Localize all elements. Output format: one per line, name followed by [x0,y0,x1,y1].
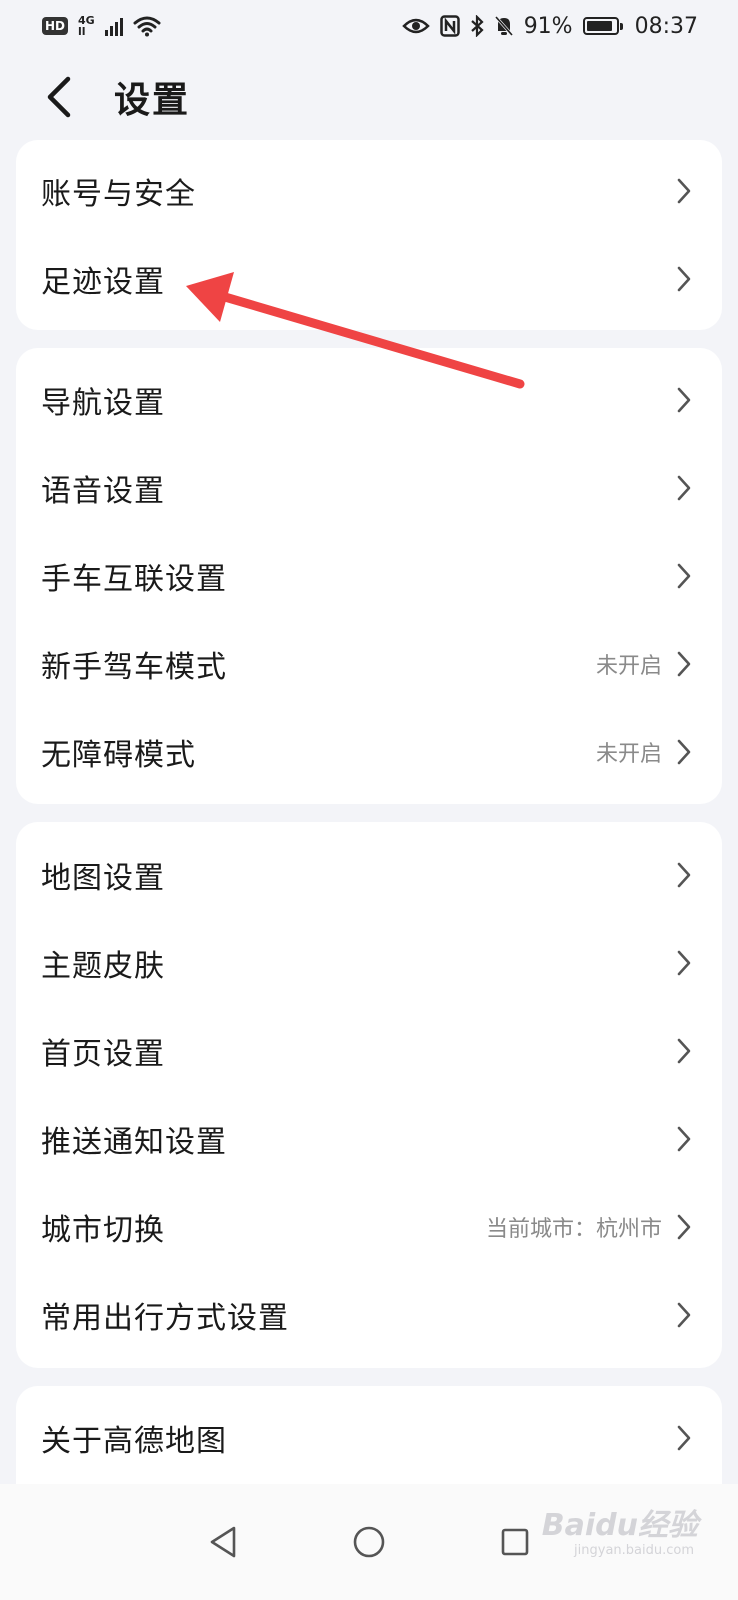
settings-group-map: 地图设置 主题皮肤 首页设置 推送通知设置 城市切换 当前城市：杭州市 常用出行… [16,822,722,1368]
row-label: 新手驾车模式 [41,650,227,685]
bluetooth-icon [470,15,484,37]
status-right: 91% 08:37 [401,13,698,39]
row-label: 导航设置 [41,386,165,421]
row-label: 手车互联设置 [41,562,227,597]
recents-square-icon [501,1528,529,1556]
row-label: 地图设置 [41,861,165,896]
chevron-right-icon [677,387,691,413]
status-bar: HD 4G ll 91% 08:37 [0,0,738,52]
settings-row-navigation[interactable]: 导航设置 [16,356,722,444]
row-label: 城市切换 [41,1213,165,1248]
chevron-right-icon [677,739,691,765]
eye-icon [401,18,430,34]
chevron-right-icon [677,475,691,501]
settings-row-travel-mode[interactable]: 常用出行方式设置 [16,1271,722,1359]
clock: 08:37 [634,13,698,39]
nav-recents-button[interactable] [490,1517,540,1567]
chevron-right-icon [677,178,691,204]
row-label: 无障碍模式 [41,738,196,773]
settings-row-homepage[interactable]: 首页设置 [16,1007,722,1095]
signal-icon [104,16,123,36]
row-label: 主题皮肤 [41,949,165,984]
chevron-left-icon [47,76,71,118]
network-type-sub: ll [78,25,86,38]
status-left: HD 4G ll [42,15,161,37]
settings-row-map[interactable]: 地图设置 [16,831,722,919]
chevron-right-icon [677,1302,691,1328]
settings-row-theme[interactable]: 主题皮肤 [16,919,722,1007]
header: 设置 [0,62,738,132]
settings-row-accessibility[interactable]: 无障碍模式 未开启 [16,708,722,796]
settings-group-account: 账号与安全 足迹设置 [16,140,722,330]
row-value: 未开启 [595,654,662,679]
chevron-right-icon [677,1038,691,1064]
network-type: 4G ll [78,15,95,37]
row-value: 未开启 [595,742,662,767]
chevron-right-icon [677,563,691,589]
settings-row-voice[interactable]: 语音设置 [16,444,722,532]
settings-row-footprint[interactable]: 足迹设置 [16,235,722,323]
settings-row-account-security[interactable]: 账号与安全 [16,147,722,235]
mute-bell-icon [494,16,513,36]
row-label: 账号与安全 [41,177,196,212]
settings-row-novice-driving[interactable]: 新手驾车模式 未开启 [16,620,722,708]
hd-badge: HD [42,17,69,35]
battery-icon [582,17,623,35]
row-label: 常用出行方式设置 [41,1301,289,1336]
chevron-right-icon [677,862,691,888]
chevron-right-icon [677,651,691,677]
row-value: 当前城市：杭州市 [485,1217,662,1242]
row-label: 语音设置 [41,474,165,509]
page-title: 设置 [114,80,191,121]
back-button[interactable] [46,67,86,127]
settings-group-navigation: 导航设置 语音设置 手车互联设置 新手驾车模式 未开启 无障碍模式 未开启 [16,348,722,804]
nav-back-button[interactable] [198,1517,248,1567]
watermark-sub: jingyan.baidu.com [574,1543,694,1558]
row-label: 关于高德地图 [41,1424,227,1459]
row-label: 推送通知设置 [41,1125,227,1160]
watermark: Baidu经验 [541,1508,698,1543]
settings-row-city-switch[interactable]: 城市切换 当前城市：杭州市 [16,1183,722,1271]
nfc-icon [439,15,460,37]
settings-row-push-notification[interactable]: 推送通知设置 [16,1095,722,1183]
wifi-icon [133,16,161,37]
row-label: 足迹设置 [41,265,165,300]
battery-percent: 91% [523,13,573,39]
chevron-right-icon [677,1126,691,1152]
home-circle-icon [353,1526,385,1558]
chevron-right-icon [677,950,691,976]
settings-row-car-connect[interactable]: 手车互联设置 [16,532,722,620]
back-triangle-icon [210,1526,236,1558]
nav-home-button[interactable] [344,1517,394,1567]
chevron-right-icon [677,266,691,292]
chevron-right-icon [677,1214,691,1240]
settings-row-about[interactable]: 关于高德地图 [16,1394,722,1482]
row-label: 首页设置 [41,1037,165,1072]
chevron-right-icon [677,1425,691,1451]
